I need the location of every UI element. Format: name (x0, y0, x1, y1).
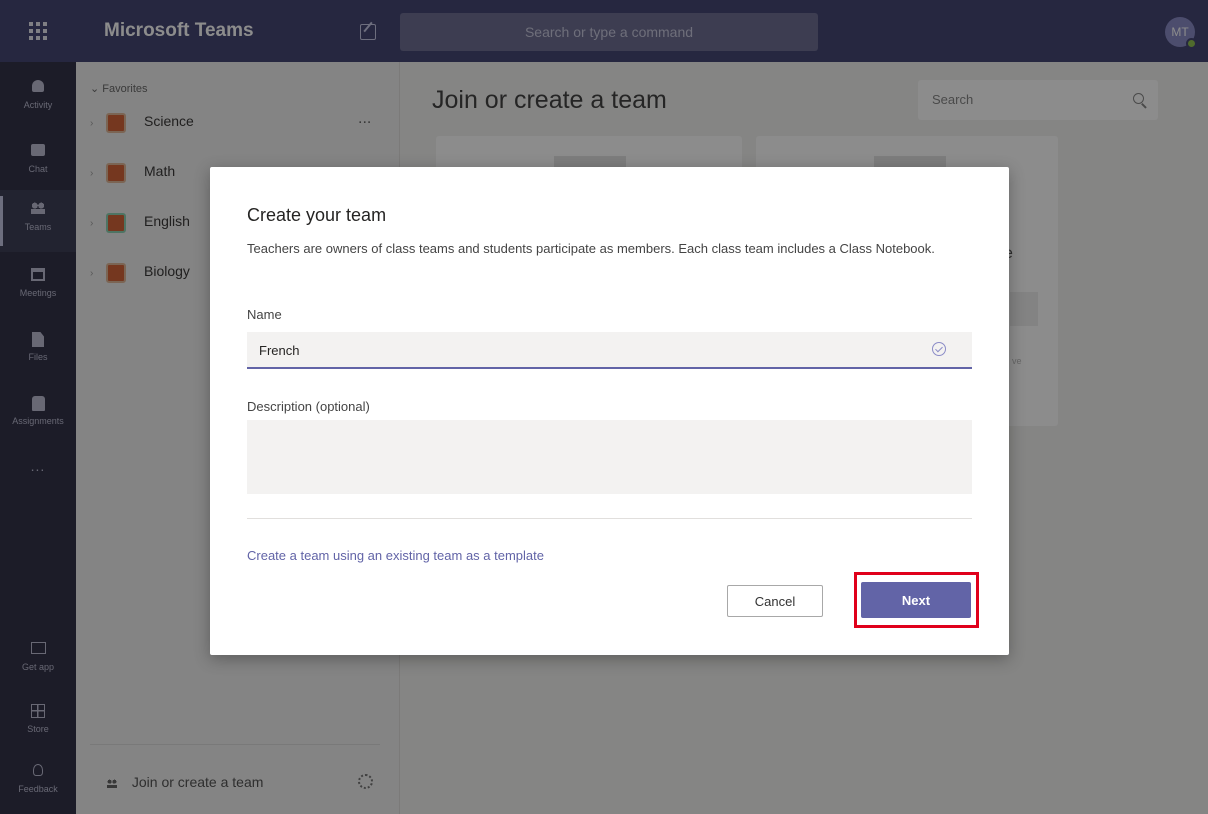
team-name-input[interactable]: French (247, 332, 972, 369)
create-team-dialog: Create your team Teachers are owners of … (210, 167, 1009, 655)
name-label: Name (247, 307, 282, 322)
checkmark-icon (932, 342, 946, 356)
team-name-value: French (259, 343, 300, 358)
template-link[interactable]: Create a team using an existing team as … (247, 548, 544, 563)
description-label: Description (optional) (247, 399, 370, 414)
divider (247, 518, 972, 519)
next-button[interactable]: Next (861, 582, 971, 618)
dialog-description: Teachers are owners of class teams and s… (247, 241, 935, 256)
dialog-title: Create your team (247, 205, 387, 225)
description-input[interactable] (247, 420, 972, 494)
cancel-button[interactable]: Cancel (727, 585, 823, 617)
